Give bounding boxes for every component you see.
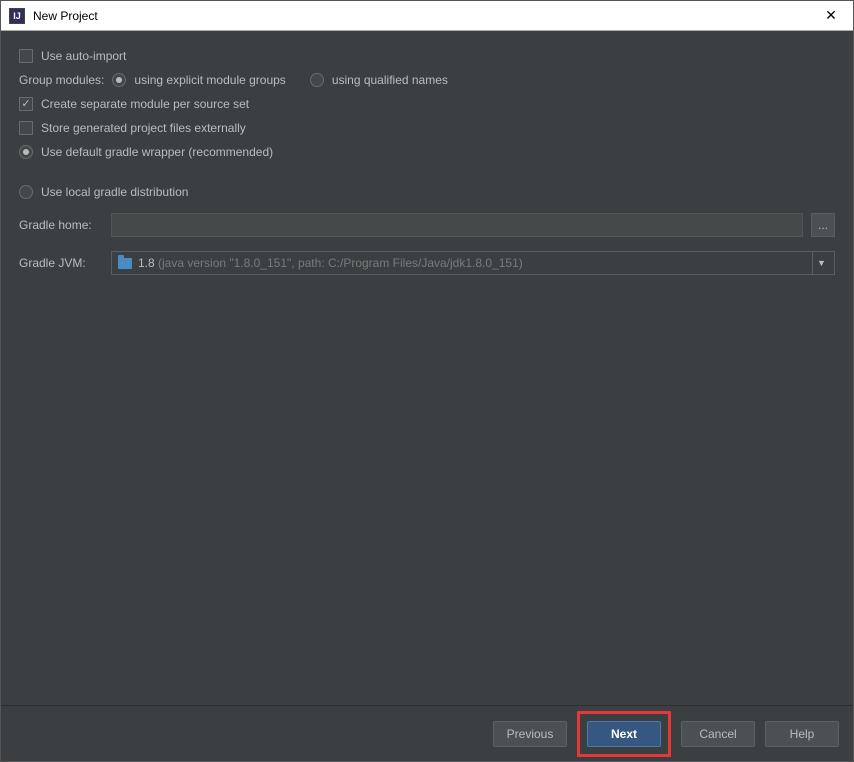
cancel-button[interactable]: Cancel [681, 721, 755, 747]
gradle-home-input[interactable] [111, 213, 803, 237]
store-external-row[interactable]: Store generated project files externally [19, 121, 835, 135]
store-external-checkbox[interactable] [19, 121, 33, 135]
local-dist-row[interactable]: Use local gradle distribution [19, 185, 835, 199]
window-title: New Project [33, 9, 817, 23]
auto-import-label: Use auto-import [41, 49, 126, 63]
default-wrapper-row[interactable]: Use default gradle wrapper (recommended) [19, 145, 835, 159]
app-icon: IJ [9, 8, 25, 24]
close-icon[interactable]: ✕ [817, 7, 845, 24]
gradle-jvm-combo[interactable]: 1.8 (java version "1.8.0_151", path: C:/… [111, 251, 835, 275]
group-explicit-label: using explicit module groups [134, 73, 285, 87]
next-highlight: Next [577, 711, 671, 757]
gradle-home-row: Gradle home: ... [19, 213, 835, 237]
auto-import-checkbox[interactable] [19, 49, 33, 63]
group-explicit-radio[interactable] [112, 73, 126, 87]
group-qualified-radio[interactable] [310, 73, 324, 87]
dialog-content: Use auto-import Group modules: using exp… [1, 31, 853, 705]
separate-module-checkbox[interactable] [19, 97, 33, 111]
group-modules-row: Group modules: using explicit module gro… [19, 73, 835, 87]
gradle-home-label: Gradle home: [19, 218, 103, 232]
previous-button[interactable]: Previous [493, 721, 567, 747]
help-button[interactable]: Help [765, 721, 839, 747]
next-button[interactable]: Next [587, 721, 661, 747]
auto-import-row[interactable]: Use auto-import [19, 49, 835, 63]
dialog-footer: Previous Next Cancel Help [1, 705, 853, 761]
gradle-home-browse-button[interactable]: ... [811, 213, 835, 237]
local-dist-label: Use local gradle distribution [41, 185, 188, 199]
local-dist-radio[interactable] [19, 185, 33, 199]
group-modules-label: Group modules: [19, 73, 104, 87]
chevron-down-icon[interactable]: ▼ [812, 252, 830, 274]
group-qualified-label: using qualified names [332, 73, 448, 87]
default-wrapper-radio[interactable] [19, 145, 33, 159]
gradle-jvm-value: 1.8 (java version "1.8.0_151", path: C:/… [138, 256, 806, 270]
separate-module-label: Create separate module per source set [41, 97, 249, 111]
folder-icon [118, 258, 132, 269]
store-external-label: Store generated project files externally [41, 121, 246, 135]
new-project-dialog: IJ New Project ✕ Use auto-import Group m… [0, 0, 854, 762]
gradle-jvm-label: Gradle JVM: [19, 256, 103, 270]
titlebar: IJ New Project ✕ [1, 1, 853, 31]
default-wrapper-label: Use default gradle wrapper (recommended) [41, 145, 273, 159]
separate-module-row[interactable]: Create separate module per source set [19, 97, 835, 111]
gradle-jvm-row: Gradle JVM: 1.8 (java version "1.8.0_151… [19, 251, 835, 275]
